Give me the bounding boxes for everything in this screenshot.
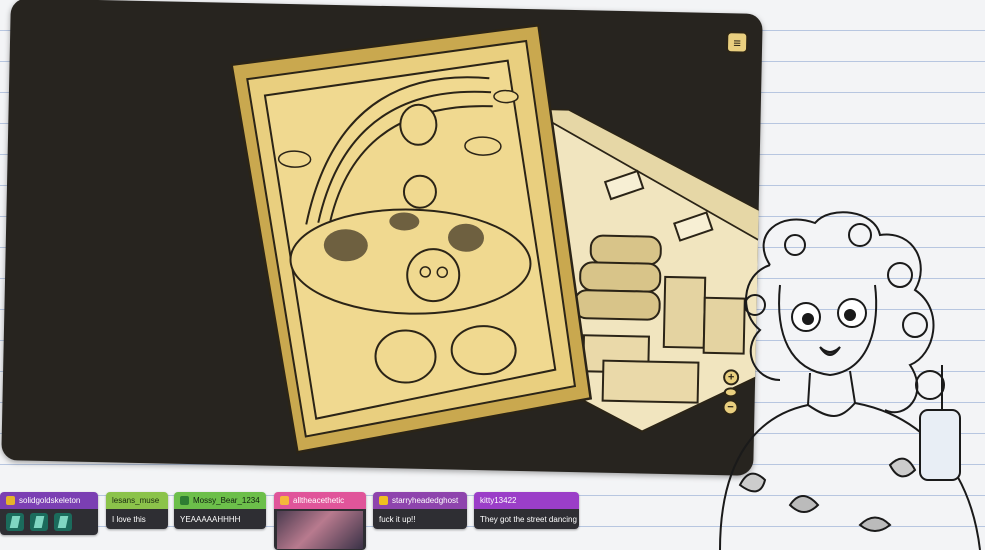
emote-icon xyxy=(30,513,48,531)
badge-icon xyxy=(280,496,289,505)
chat-header: solidgoldskeleton xyxy=(0,492,98,509)
chat-text: I love this xyxy=(106,509,168,529)
chat-text: They got the street dancing xyxy=(474,509,579,529)
chat-username: solidgoldskeleton xyxy=(19,496,81,505)
chat-image xyxy=(277,510,363,549)
chat-message: lesans_muse I love this xyxy=(106,492,168,529)
chat-header: alltheacethetic xyxy=(274,492,366,509)
chat-username: Mossy_Bear_1234 xyxy=(193,496,260,505)
streamer-avatar xyxy=(719,211,981,550)
emote-icon xyxy=(54,513,72,531)
chat-text: fuck it up!! xyxy=(373,509,467,529)
chat-message: alltheacethetic xyxy=(274,492,366,550)
chat-image-row xyxy=(274,509,366,550)
chat-header: lesans_muse xyxy=(106,492,168,509)
chat-username: alltheacethetic xyxy=(293,496,345,505)
chat-username: kitty13422 xyxy=(480,496,517,505)
chat-username: lesans_muse xyxy=(112,496,160,505)
game-scene xyxy=(223,19,763,459)
chat-header: Mossy_Bear_1234 xyxy=(174,492,266,509)
chat-message: solidgoldskeleton xyxy=(0,492,98,535)
chat-header: starryheadedghost xyxy=(373,492,467,509)
badge-icon xyxy=(6,496,15,505)
chat-overlay: solidgoldskeleton lesans_muse I love thi… xyxy=(0,492,600,550)
chat-message: starryheadedghost fuck it up!! xyxy=(373,492,467,529)
chat-text: YEAAAAAHHHH xyxy=(174,509,266,529)
chat-message: Mossy_Bear_1234 YEAAAAAHHHH xyxy=(174,492,266,529)
emote-row xyxy=(0,509,98,535)
menu-icon: ≡ xyxy=(733,34,742,50)
badge-icon xyxy=(180,496,189,505)
chat-message: kitty13422 They got the street dancing xyxy=(474,492,579,529)
badge-icon xyxy=(379,496,388,505)
game-window[interactable]: ≡ + − xyxy=(1,0,763,476)
emote-icon xyxy=(6,513,24,531)
chat-username: starryheadedghost xyxy=(392,496,459,505)
menu-button[interactable]: ≡ xyxy=(725,31,749,54)
chat-header: kitty13422 xyxy=(474,492,579,509)
painting-frame[interactable] xyxy=(223,19,598,459)
